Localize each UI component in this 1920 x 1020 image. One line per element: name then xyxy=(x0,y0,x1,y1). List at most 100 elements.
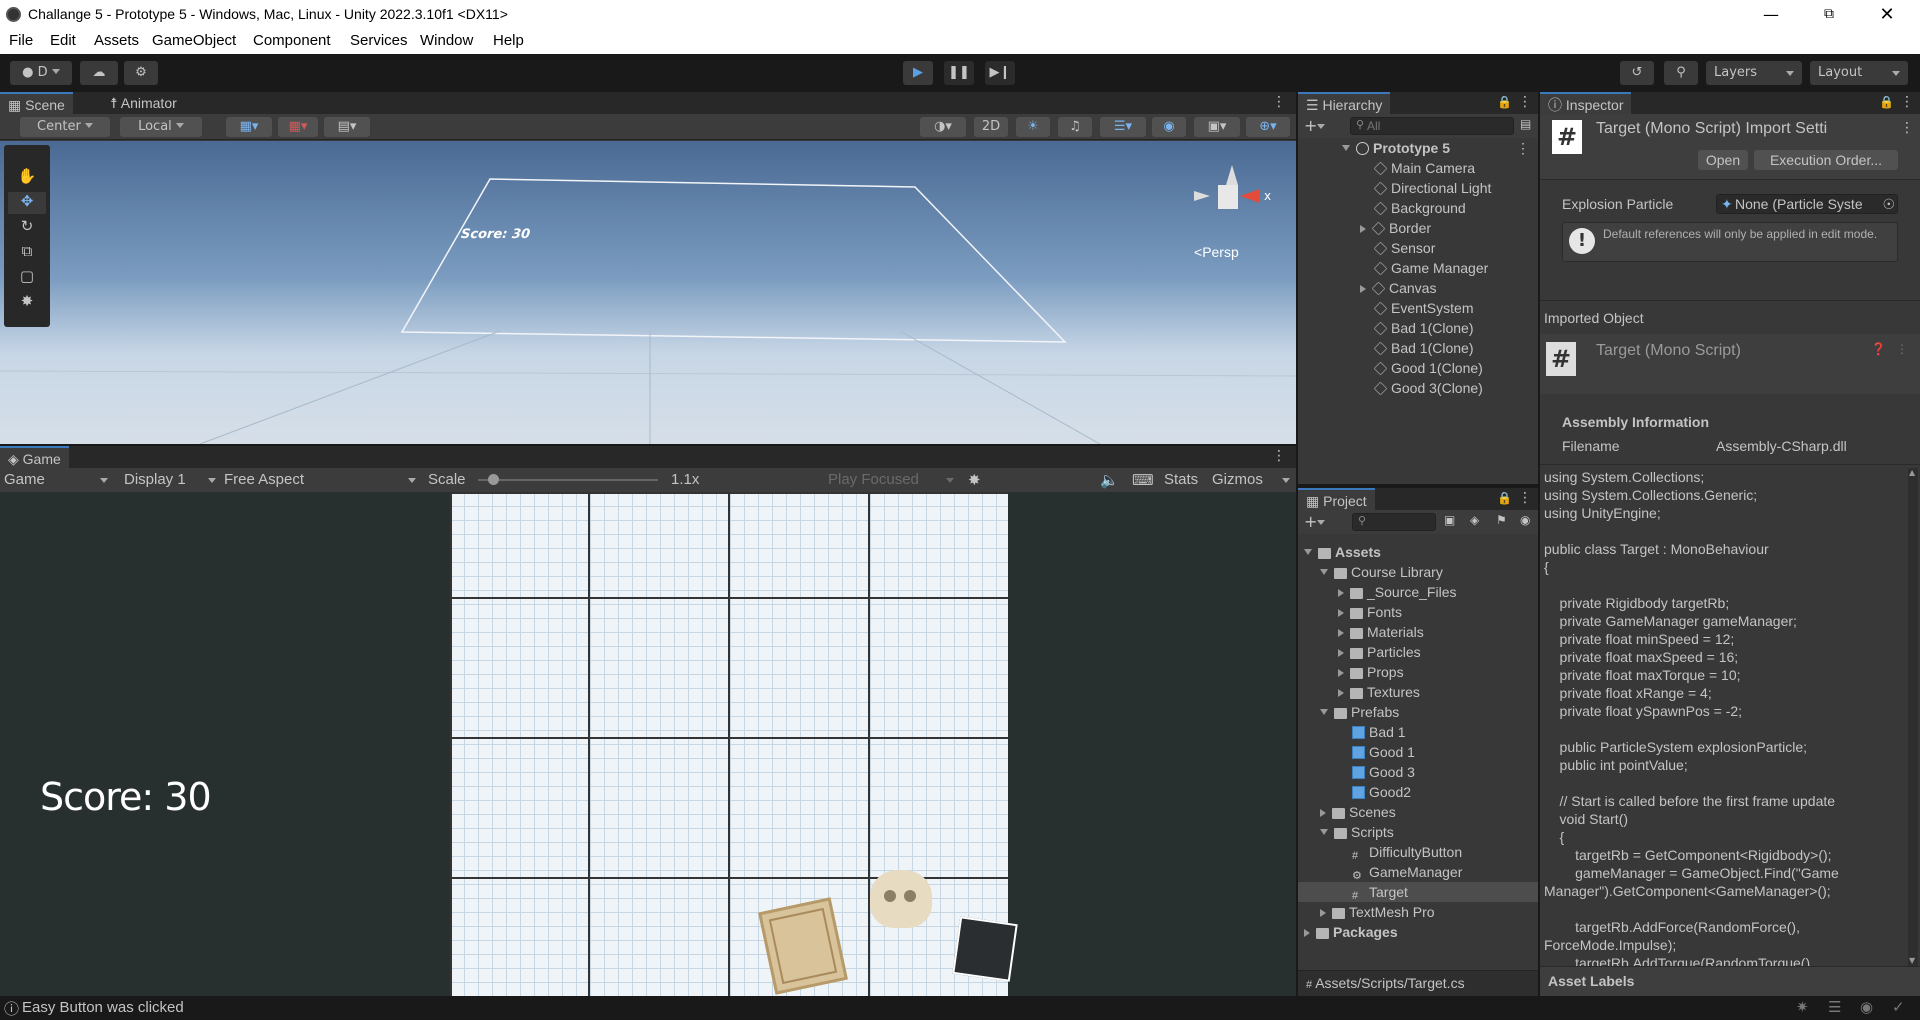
history-icon[interactable]: ↺ xyxy=(1620,61,1654,85)
object-picker-icon[interactable]: ☉ xyxy=(1882,195,1895,213)
label-icon[interactable]: ⚑ xyxy=(1496,513,1507,527)
move-tool-icon[interactable]: ✥ xyxy=(8,192,46,214)
pivot-dropdown[interactable]: Center xyxy=(20,117,110,137)
status-message[interactable]: Easy Button was clicked xyxy=(22,999,184,1016)
mute-audio-icon[interactable]: 🔈 xyxy=(1100,471,1119,489)
hierarchy-item[interactable]: Sensor xyxy=(1373,238,1435,258)
progress-icon[interactable]: ☰ xyxy=(1828,998,1841,1016)
scale-tool-icon[interactable]: ⧉ xyxy=(8,242,46,264)
hierarchy-item[interactable]: Background xyxy=(1373,198,1466,218)
project-folder[interactable]: Particles xyxy=(1338,642,1421,662)
tab-project[interactable]: ▦ Project xyxy=(1298,488,1375,510)
hierarchy-item[interactable]: Main Camera xyxy=(1373,158,1475,178)
camera-icon[interactable]: ▣▾ xyxy=(1194,117,1240,137)
asset-labels-bar[interactable]: Asset Labels xyxy=(1540,966,1920,996)
project-folder[interactable]: Course Library xyxy=(1320,562,1443,582)
lighting-icon[interactable]: ☀ xyxy=(1016,117,1050,137)
space-dropdown[interactable]: Local xyxy=(120,117,202,137)
hierarchy-item[interactable]: Bad 1(Clone) xyxy=(1373,318,1474,338)
lock-icon[interactable]: 🔒 xyxy=(1497,95,1512,109)
collab-icon[interactable]: ⚙ xyxy=(124,61,158,85)
search-by-type-icon[interactable]: ▣ xyxy=(1444,513,1455,527)
toggle-2d-button[interactable]: 2D xyxy=(974,117,1008,137)
scale-slider[interactable] xyxy=(478,479,658,481)
rect-tool-icon[interactable]: ▢ xyxy=(8,267,46,289)
aspect-dropdown[interactable]: Free Aspect xyxy=(224,471,416,488)
project-asset[interactable]: Good2 xyxy=(1352,782,1411,802)
kebab-menu-icon[interactable]: ⋮ xyxy=(1516,140,1530,157)
step-button[interactable]: ▶❙ xyxy=(985,61,1015,85)
cloud-icon[interactable]: ☁ xyxy=(80,61,118,85)
restore-icon[interactable]: ⧉ xyxy=(1806,0,1852,29)
account-dropdown[interactable]: ● D xyxy=(10,61,72,85)
snap-icon[interactable]: ▦▾ xyxy=(226,117,272,137)
project-asset[interactable]: Good 1 xyxy=(1352,742,1415,762)
kebab-menu-icon[interactable]: ⋮ xyxy=(1518,490,1532,506)
kebab-menu-icon[interactable]: ⋮ xyxy=(1900,94,1914,110)
close-icon[interactable]: ✕ xyxy=(1864,0,1910,29)
scroll-up-icon[interactable]: ▲ xyxy=(1909,468,1917,478)
hierarchy-item[interactable]: EventSystem xyxy=(1373,298,1473,318)
filter-icon[interactable]: ◈ xyxy=(1470,513,1479,527)
tab-game[interactable]: ◈ Game xyxy=(0,446,69,468)
visibility-icon[interactable]: ◉ xyxy=(1152,117,1186,137)
debug-icon[interactable]: ◉ xyxy=(1860,998,1873,1016)
collab-status-icon[interactable]: ✓ xyxy=(1892,998,1905,1016)
bug-icon[interactable]: ✸ xyxy=(968,471,981,489)
project-asset[interactable]: Bad 1 xyxy=(1352,722,1406,742)
project-folder[interactable]: _Source_Files xyxy=(1338,582,1457,602)
open-button[interactable]: Open xyxy=(1698,150,1748,170)
hierarchy-item[interactable]: Game Manager xyxy=(1373,258,1488,278)
project-folder[interactable]: Props xyxy=(1338,662,1404,682)
menu-component[interactable]: Component xyxy=(253,32,331,49)
explosion-particle-field[interactable]: ✦ None (Particle Syste ☉ xyxy=(1716,194,1898,214)
kebab-menu-icon[interactable]: ⋮ xyxy=(1900,120,1914,136)
stats-button[interactable]: Stats xyxy=(1164,471,1198,488)
lock-icon[interactable]: 🔒 xyxy=(1879,95,1894,109)
menu-help[interactable]: Help xyxy=(493,32,524,49)
settings-icon[interactable]: ⋮ xyxy=(1896,342,1908,356)
eye-icon[interactable]: ◉ xyxy=(1520,513,1530,527)
transform-tool-icon[interactable]: ✸ xyxy=(8,292,46,314)
project-folder[interactable]: Fonts xyxy=(1338,602,1402,622)
menu-file[interactable]: File xyxy=(9,32,33,49)
play-button[interactable]: ▶ xyxy=(903,61,933,85)
hierarchy-item[interactable]: Canvas xyxy=(1360,278,1436,298)
tab-scene[interactable]: ▦ Scene xyxy=(0,92,73,114)
game-viewport[interactable]: Score: 30 xyxy=(0,492,1296,996)
hierarchy-item[interactable]: Directional Light xyxy=(1373,178,1491,198)
shading-mode-icon[interactable]: ◑▾ xyxy=(920,117,966,137)
project-folder[interactable]: TextMesh Pro xyxy=(1320,902,1435,922)
scene-visibility-icon[interactable]: ▤ xyxy=(1520,117,1531,131)
project-folder[interactable]: Materials xyxy=(1338,622,1424,642)
project-asset[interactable]: Good 3 xyxy=(1352,762,1415,782)
project-folder-packages[interactable]: Packages xyxy=(1304,922,1398,942)
menu-gameobject[interactable]: GameObject xyxy=(152,32,236,49)
effects-icon[interactable]: ☰▾ xyxy=(1100,117,1146,137)
display-mode-dropdown[interactable]: Game xyxy=(4,471,108,488)
tab-inspector[interactable]: ⓘ Inspector xyxy=(1540,92,1632,114)
kebab-menu-icon[interactable]: ⋮ xyxy=(1518,94,1532,110)
gizmos-dropdown[interactable]: Gizmos xyxy=(1212,471,1290,488)
hierarchy-scene-row[interactable]: Prototype 5 xyxy=(1342,138,1538,158)
audio-icon[interactable]: ♫ xyxy=(1058,117,1092,137)
kebab-menu-icon[interactable]: ⋮ xyxy=(1272,94,1286,110)
inspector-scrollbar[interactable]: ▲ ▼ xyxy=(1908,468,1918,966)
project-folder[interactable]: Textures xyxy=(1338,682,1420,702)
network-icon[interactable]: ✷ xyxy=(1796,998,1809,1016)
hierarchy-item[interactable]: Bad 1(Clone) xyxy=(1373,338,1474,358)
project-folder[interactable]: Scripts xyxy=(1320,822,1394,842)
search-icon[interactable]: ⚲ xyxy=(1664,61,1698,85)
menu-window[interactable]: Window xyxy=(420,32,473,49)
scene-viewport[interactable]: Score: 30 ✋ ✥ ↻ ⧉ ▢ ✸ x <Persp xyxy=(0,141,1296,444)
hand-tool-icon[interactable]: ✋ xyxy=(8,167,46,189)
project-folder[interactable]: Scenes xyxy=(1320,802,1396,822)
tab-hierarchy[interactable]: ☰ Hierarchy xyxy=(1298,92,1391,114)
hierarchy-search-input[interactable] xyxy=(1350,117,1514,135)
kebab-menu-icon[interactable]: ⋮ xyxy=(1272,448,1286,464)
project-asset[interactable]: ⚙ GameManager xyxy=(1352,862,1462,882)
grid-snap-icon[interactable]: ▦▾ xyxy=(278,117,318,137)
hierarchy-item[interactable]: Good 1(Clone) xyxy=(1373,358,1483,378)
project-folder-assets[interactable]: Assets xyxy=(1304,542,1381,562)
menu-assets[interactable]: Assets xyxy=(94,32,139,49)
